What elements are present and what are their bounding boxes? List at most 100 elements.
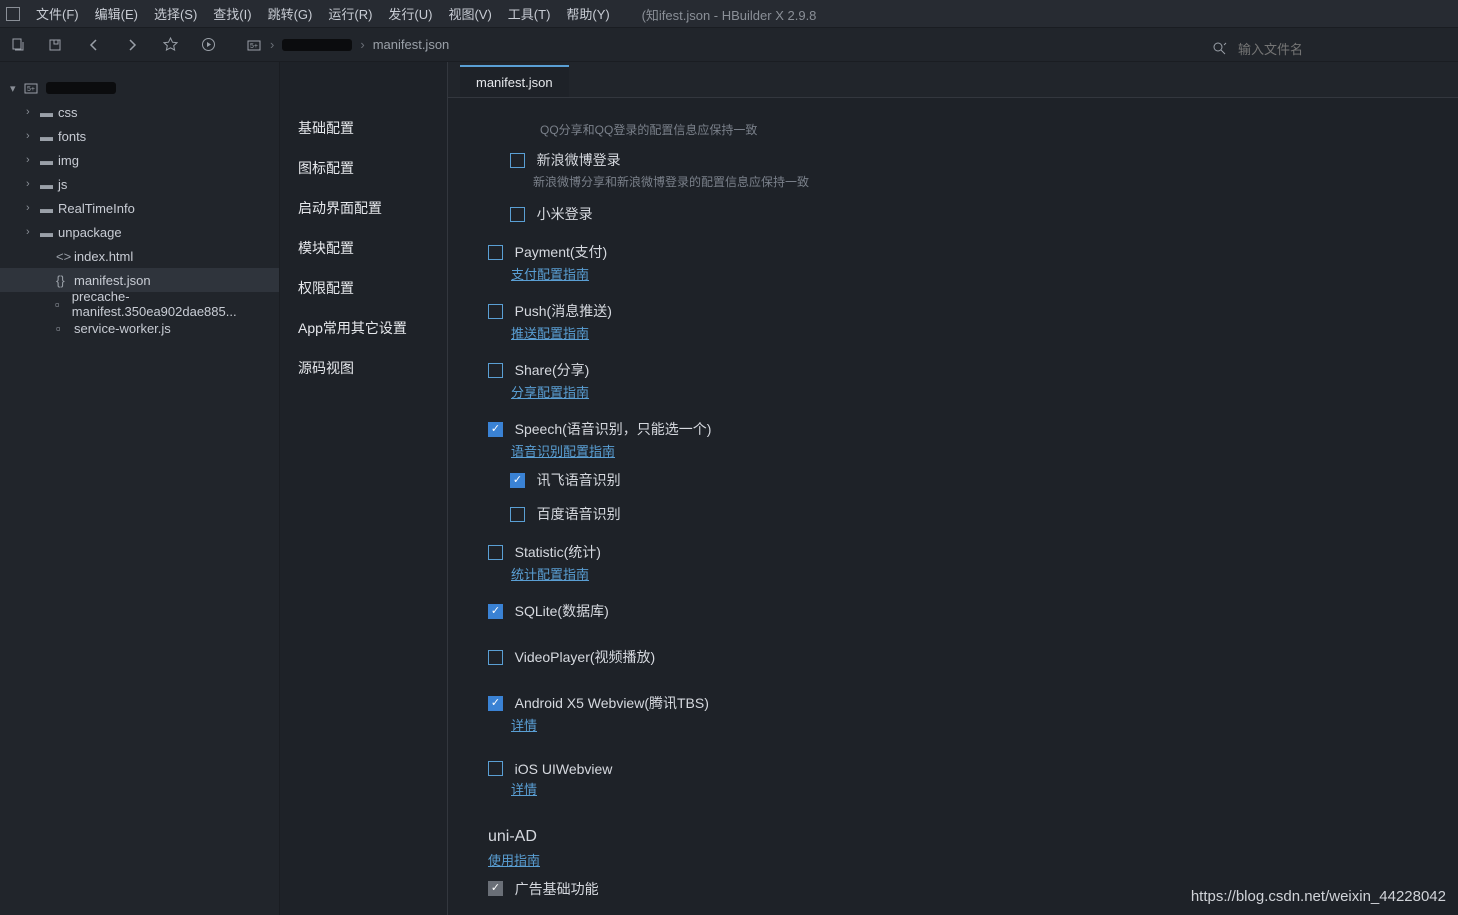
- file-icon: ▫: [55, 297, 72, 312]
- folder-icon: ▬: [40, 201, 58, 216]
- save-icon[interactable]: [48, 37, 64, 53]
- svg-text:5+: 5+: [250, 43, 258, 50]
- tree-label: img: [58, 153, 79, 168]
- link-payment-guide[interactable]: 支付配置指南: [511, 267, 589, 282]
- menu-view[interactable]: 视图(V): [448, 4, 491, 23]
- toolbar: 5+ › › manifest.json: [0, 28, 1458, 62]
- checkbox-x5-webview[interactable]: [488, 696, 503, 711]
- editor-tabs: manifest.json: [448, 62, 1458, 98]
- tree-file-precache-manifest[interactable]: ▫precache-manifest.350ea902dae885...: [0, 292, 279, 316]
- manifest-sidenav: 基础配置 图标配置 启动界面配置 模块配置 权限配置 App常用其它设置 源码视…: [280, 62, 448, 915]
- checkbox-push[interactable]: [488, 304, 503, 319]
- chevron-right-icon: ›: [26, 178, 40, 190]
- chevron-right-icon: ›: [360, 37, 364, 52]
- label-ios-uiwebview: iOS UIWebview: [515, 761, 613, 777]
- nav-source-view[interactable]: 源码视图: [280, 348, 447, 388]
- tree-folder-realtimeinfo[interactable]: ›▬RealTimeInfo: [0, 196, 279, 220]
- label-videoplayer: VideoPlayer(视频播放): [515, 647, 656, 667]
- link-share-guide[interactable]: 分享配置指南: [511, 385, 589, 400]
- label-share: Share(分享): [515, 360, 590, 380]
- menu-file[interactable]: 文件(F): [36, 4, 79, 23]
- checkbox-ios-uiwebview[interactable]: [488, 761, 503, 776]
- menu-publish[interactable]: 发行(U): [388, 4, 432, 23]
- watermark-text: https://blog.csdn.net/weixin_44228042: [1191, 888, 1446, 905]
- nav-other-settings[interactable]: App常用其它设置: [280, 308, 447, 348]
- star-icon[interactable]: [162, 37, 178, 53]
- menu-run[interactable]: 运行(R): [328, 4, 372, 23]
- link-statistic-guide[interactable]: 统计配置指南: [511, 567, 589, 582]
- tree-file-index-html[interactable]: <>index.html: [0, 244, 279, 268]
- svg-text:5+: 5+: [27, 86, 35, 93]
- tree-folder-css[interactable]: ›▬css: [0, 100, 279, 124]
- link-ios-details[interactable]: 详情: [511, 782, 537, 797]
- checkbox-speech[interactable]: [488, 422, 503, 437]
- checkbox-weibo-login[interactable]: [510, 153, 525, 168]
- play-icon[interactable]: [200, 37, 216, 53]
- menu-select[interactable]: 选择(S): [154, 4, 197, 23]
- label-weibo-login: 新浪微博登录: [537, 150, 621, 170]
- checkbox-sqlite[interactable]: [488, 604, 503, 619]
- checkbox-speech-xunfei[interactable]: [510, 473, 525, 488]
- link-x5-details[interactable]: 详情: [511, 718, 537, 733]
- chevron-down-icon: ▾: [10, 82, 24, 95]
- tree-folder-img[interactable]: ›▬img: [0, 148, 279, 172]
- tree-folder-fonts[interactable]: ›▬fonts: [0, 124, 279, 148]
- label-x5-webview: Android X5 Webview(腾讯TBS): [515, 693, 709, 713]
- tree-label: manifest.json: [74, 273, 151, 288]
- label-ad-base: 广告基础功能: [515, 879, 599, 899]
- checkbox-statistic[interactable]: [488, 545, 503, 560]
- menu-edit[interactable]: 编辑(E): [95, 4, 138, 23]
- chevron-right-icon: ›: [270, 37, 274, 52]
- chevron-right-icon: ›: [26, 130, 40, 142]
- menu-tools[interactable]: 工具(T): [508, 4, 551, 23]
- link-uniad-guide[interactable]: 使用指南: [488, 853, 540, 868]
- new-file-icon[interactable]: [10, 37, 26, 53]
- folder-icon: ▬: [40, 225, 58, 240]
- nav-module-config[interactable]: 模块配置: [280, 228, 447, 268]
- checkbox-speech-baidu[interactable]: [510, 507, 525, 522]
- checkbox-payment[interactable]: [488, 245, 503, 260]
- tab-manifest-json[interactable]: manifest.json: [460, 65, 569, 97]
- breadcrumb-project[interactable]: [282, 39, 352, 51]
- truncated-text: QQ分享和QQ登录的配置信息应保持一致: [540, 121, 1438, 138]
- tree-folder-js[interactable]: ›▬js: [0, 172, 279, 196]
- link-speech-guide[interactable]: 语音识别配置指南: [511, 444, 615, 459]
- tree-root-label: [46, 82, 116, 94]
- nav-icon-config[interactable]: 图标配置: [280, 148, 447, 188]
- search-icon[interactable]: [1212, 41, 1228, 57]
- tree-file-service-worker[interactable]: ▫service-worker.js: [0, 316, 279, 340]
- link-push-guide[interactable]: 推送配置指南: [511, 326, 589, 341]
- checkbox-share[interactable]: [488, 363, 503, 378]
- project-icon: 5+: [246, 37, 262, 53]
- checkbox-videoplayer[interactable]: [488, 650, 503, 665]
- menu-goto[interactable]: 跳转(G): [268, 4, 313, 23]
- nav-forward-icon[interactable]: [124, 37, 140, 53]
- tree-folder-unpackage[interactable]: ›▬unpackage: [0, 220, 279, 244]
- chevron-right-icon: ›: [26, 226, 40, 238]
- menu-help[interactable]: 帮助(Y): [566, 4, 609, 23]
- app-logo-icon: [6, 7, 20, 21]
- tree-label: index.html: [74, 249, 133, 264]
- search-input[interactable]: [1238, 42, 1438, 57]
- nav-permission-config[interactable]: 权限配置: [280, 268, 447, 308]
- nav-back-icon[interactable]: [86, 37, 102, 53]
- section-uniad-title: uni-AD: [488, 828, 1438, 846]
- nav-basic-config[interactable]: 基础配置: [280, 108, 447, 148]
- tree-root[interactable]: ▾ 5+: [0, 76, 279, 100]
- folder-icon: ▬: [40, 153, 58, 168]
- label-push: Push(消息推送): [515, 301, 612, 321]
- html-file-icon: <>: [56, 249, 74, 264]
- tree-label: fonts: [58, 129, 86, 144]
- checkbox-xiaomi-login[interactable]: [510, 207, 525, 222]
- label-sqlite: SQLite(数据库): [515, 601, 609, 621]
- checkbox-ad-base[interactable]: [488, 881, 503, 896]
- breadcrumb-file[interactable]: manifest.json: [373, 37, 450, 52]
- label-payment: Payment(支付): [515, 242, 608, 262]
- menu-find[interactable]: 查找(I): [213, 4, 251, 23]
- nav-splash-config[interactable]: 启动界面配置: [280, 188, 447, 228]
- file-icon: ▫: [56, 321, 74, 336]
- chevron-right-icon: ›: [26, 202, 40, 214]
- folder-icon: ▬: [40, 129, 58, 144]
- json-file-icon: {}: [56, 273, 74, 288]
- project-icon: 5+: [24, 81, 42, 95]
